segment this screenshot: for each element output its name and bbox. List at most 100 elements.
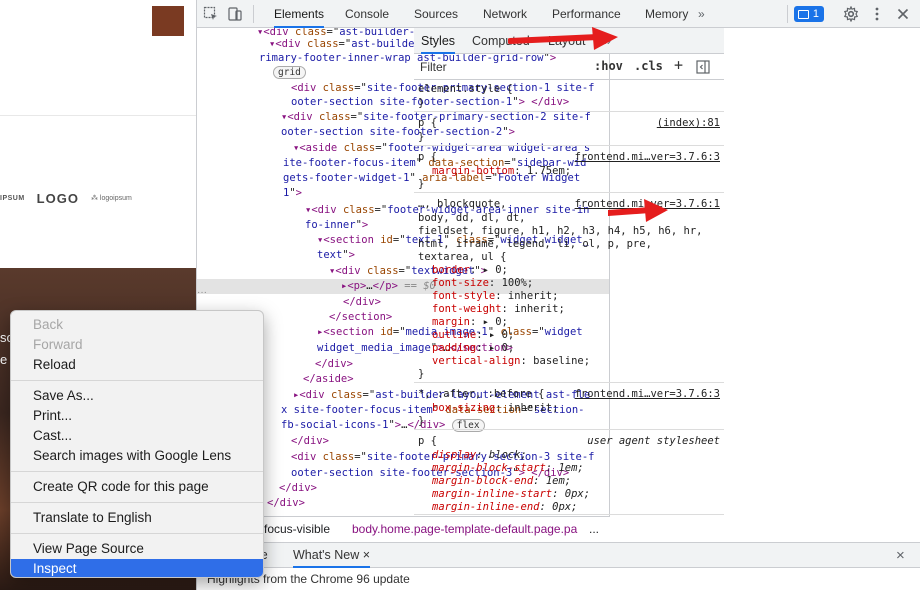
css-declaration[interactable]: display: block; (414, 448, 724, 462)
toolbar-divider (787, 5, 788, 23)
rule-divider (414, 192, 724, 193)
css-declaration[interactable]: margin-inline-end: 0px; (414, 500, 724, 514)
menu-item-view-page-source[interactable]: View Page Source (11, 539, 263, 559)
styles-rules-pane[interactable]: element.style {} p {(index):81} p {fronten… (414, 80, 724, 542)
dom-node-text: </section> (329, 311, 393, 323)
css-declaration[interactable]: margin: ▸ 0; (414, 315, 724, 329)
menu-item-inspect[interactable]: Inspect (11, 559, 263, 577)
css-rule-selector[interactable]: textarea, ul { (414, 250, 724, 264)
photo-overlay-text: e (0, 352, 8, 367)
settings-gear-icon[interactable] (843, 6, 859, 22)
css-declaration[interactable]: margin-block-end: 1em; (414, 474, 724, 488)
css-declaration[interactable]: font-size: 100%; (414, 276, 724, 290)
css-rule-selector[interactable]: fieldset, figure, h1, h2, h3, h4, h5, h6… (414, 224, 724, 238)
css-rule-selector[interactable]: body, dd, dl, dt, (414, 211, 724, 225)
more-tabs-button[interactable]: » (698, 0, 705, 28)
tab-network[interactable]: Network (483, 0, 527, 28)
dom-node-text: </div> (315, 358, 353, 370)
menu-item-back: Back (33, 317, 64, 332)
css-rule-selector[interactable]: …, blockquote,frontend.mi…ver=3.7.6:1 (414, 197, 724, 211)
css-rule-line[interactable]: } (414, 367, 724, 381)
css-declaration[interactable]: padding: ▸ 0; (414, 341, 724, 355)
tab-sources[interactable]: Sources (414, 0, 458, 28)
device-toolbar-icon[interactable] (227, 6, 243, 22)
rule-divider (414, 111, 724, 112)
styles-filter-bar: :hov .cls + (414, 54, 724, 80)
css-declaration[interactable]: outline: ▸ 0; (414, 328, 724, 342)
css-declaration[interactable]: margin-block-start: 1em; (414, 461, 724, 475)
menu-item-cast[interactable]: Cast... (11, 426, 263, 446)
menu-item-search-images-with-google-lens[interactable]: Search images with Google Lens (11, 446, 263, 466)
css-declaration[interactable]: font-weight: inherit; (414, 302, 724, 316)
header-image-thumbnail (152, 6, 184, 36)
close-drawer-button[interactable]: × (896, 543, 905, 568)
tab-memory[interactable]: Memory (645, 0, 688, 28)
css-rule-selector[interactable]: html, iframe, legend, li, ol, p, pre, (414, 237, 724, 251)
css-rule-selector[interactable]: *, :after, :before {frontend.mi…ver=3.7.… (414, 387, 724, 401)
dom-node-text: 1"> (283, 187, 302, 199)
menu-separator (11, 502, 263, 503)
tab-styles[interactable]: Styles (421, 28, 456, 54)
css-rule-selector[interactable]: p {frontend.mi…ver=3.7.6:3 (414, 150, 724, 164)
menu-item-save-as[interactable]: Save As... (11, 386, 263, 406)
menu-item-reload[interactable]: Reload (11, 355, 263, 375)
breadcrumb-item[interactable]: -focus-visible (260, 517, 330, 540)
red-arrow-annotation (608, 199, 668, 222)
logo-text: logoipsum (99, 195, 132, 202)
dom-node-text: </aside> (303, 373, 354, 385)
css-rule-line[interactable]: element.style { (414, 82, 724, 96)
menu-item-translate-to-english[interactable]: Translate to English (11, 508, 263, 528)
tab-console[interactable]: Console (345, 0, 389, 28)
css-rule-line[interactable]: } (414, 414, 724, 428)
dom-node-text: </div> (291, 435, 329, 447)
kebab-menu-icon[interactable] (869, 6, 885, 22)
inspect-element-icon[interactable] (203, 6, 219, 22)
rule-divider (414, 382, 724, 383)
css-rule-line[interactable]: } (414, 177, 724, 191)
drawer-tabs: le What's New × × (196, 542, 920, 568)
toolbar-divider (253, 5, 254, 23)
class-toggle[interactable]: .cls (634, 59, 663, 73)
whats-new-body: Highlights from the Chrome 96 update (207, 572, 410, 586)
tab-elements[interactable]: Elements (274, 0, 325, 28)
css-rule-line[interactable]: } (414, 96, 724, 110)
css-declaration[interactable]: border: ▸ 0; (414, 263, 724, 277)
partner-logo: ⁂ logoipsum (91, 194, 132, 202)
dom-node-text: </div> (267, 497, 305, 509)
menu-separator (11, 533, 263, 534)
styles-filter-input[interactable] (420, 59, 580, 75)
red-arrow-annotation (508, 27, 618, 50)
logo-strip: IPSUM LOGO ⁂ logoipsum (0, 188, 196, 208)
partner-logo: LOGO (36, 190, 79, 206)
menu-item-print[interactable]: Print... (11, 406, 263, 426)
rule-divider (414, 145, 724, 146)
dom-node-text: </div> (343, 296, 381, 308)
css-declaration[interactable]: margin-inline-start: 0px; (414, 487, 724, 501)
selected-node-ellipsis[interactable]: ··· (197, 287, 211, 298)
hover-state-toggle[interactable]: :hov (594, 59, 623, 73)
devtools-toolbar: Elements Console Sources Network Performance… (197, 0, 920, 28)
css-rule-selector[interactable]: p {user agent stylesheet (414, 434, 724, 448)
dom-node-text: </div> (279, 482, 317, 494)
css-declaration[interactable]: vertical-align: baseline; (414, 354, 724, 368)
close-devtools-icon[interactable] (895, 6, 911, 22)
tab-whats-new[interactable]: What's New × (293, 543, 371, 568)
css-declaration[interactable]: font-style: inherit; (414, 289, 724, 303)
css-declaration[interactable]: margin-bottom: 1.75em; (414, 164, 724, 178)
css-rule-selector[interactable]: p {(index):81 (414, 116, 724, 130)
tab-performance[interactable]: Performance (552, 0, 621, 28)
toggle-sidebar-icon[interactable] (696, 60, 710, 74)
new-rule-button[interactable]: + (674, 56, 683, 74)
dom-node-text: fo-inner"> (305, 219, 369, 231)
menu-separator (11, 471, 263, 472)
css-declaration[interactable]: box-sizing: inherit; (414, 401, 724, 415)
rule-divider (414, 429, 724, 430)
partner-logo: IPSUM (0, 194, 25, 202)
issues-badge[interactable]: 1 (794, 6, 824, 22)
menu-item-forward: Forward (33, 337, 83, 352)
context-menu: Back Forward Reload Save As... Print... Cast.… (10, 310, 264, 578)
menu-item-create-qr-code-for-this-page[interactable]: Create QR code for this page (11, 477, 263, 497)
dom-node-text: grid (273, 65, 306, 80)
menu-separator (11, 380, 263, 381)
css-rule-line[interactable]: } (414, 130, 724, 144)
